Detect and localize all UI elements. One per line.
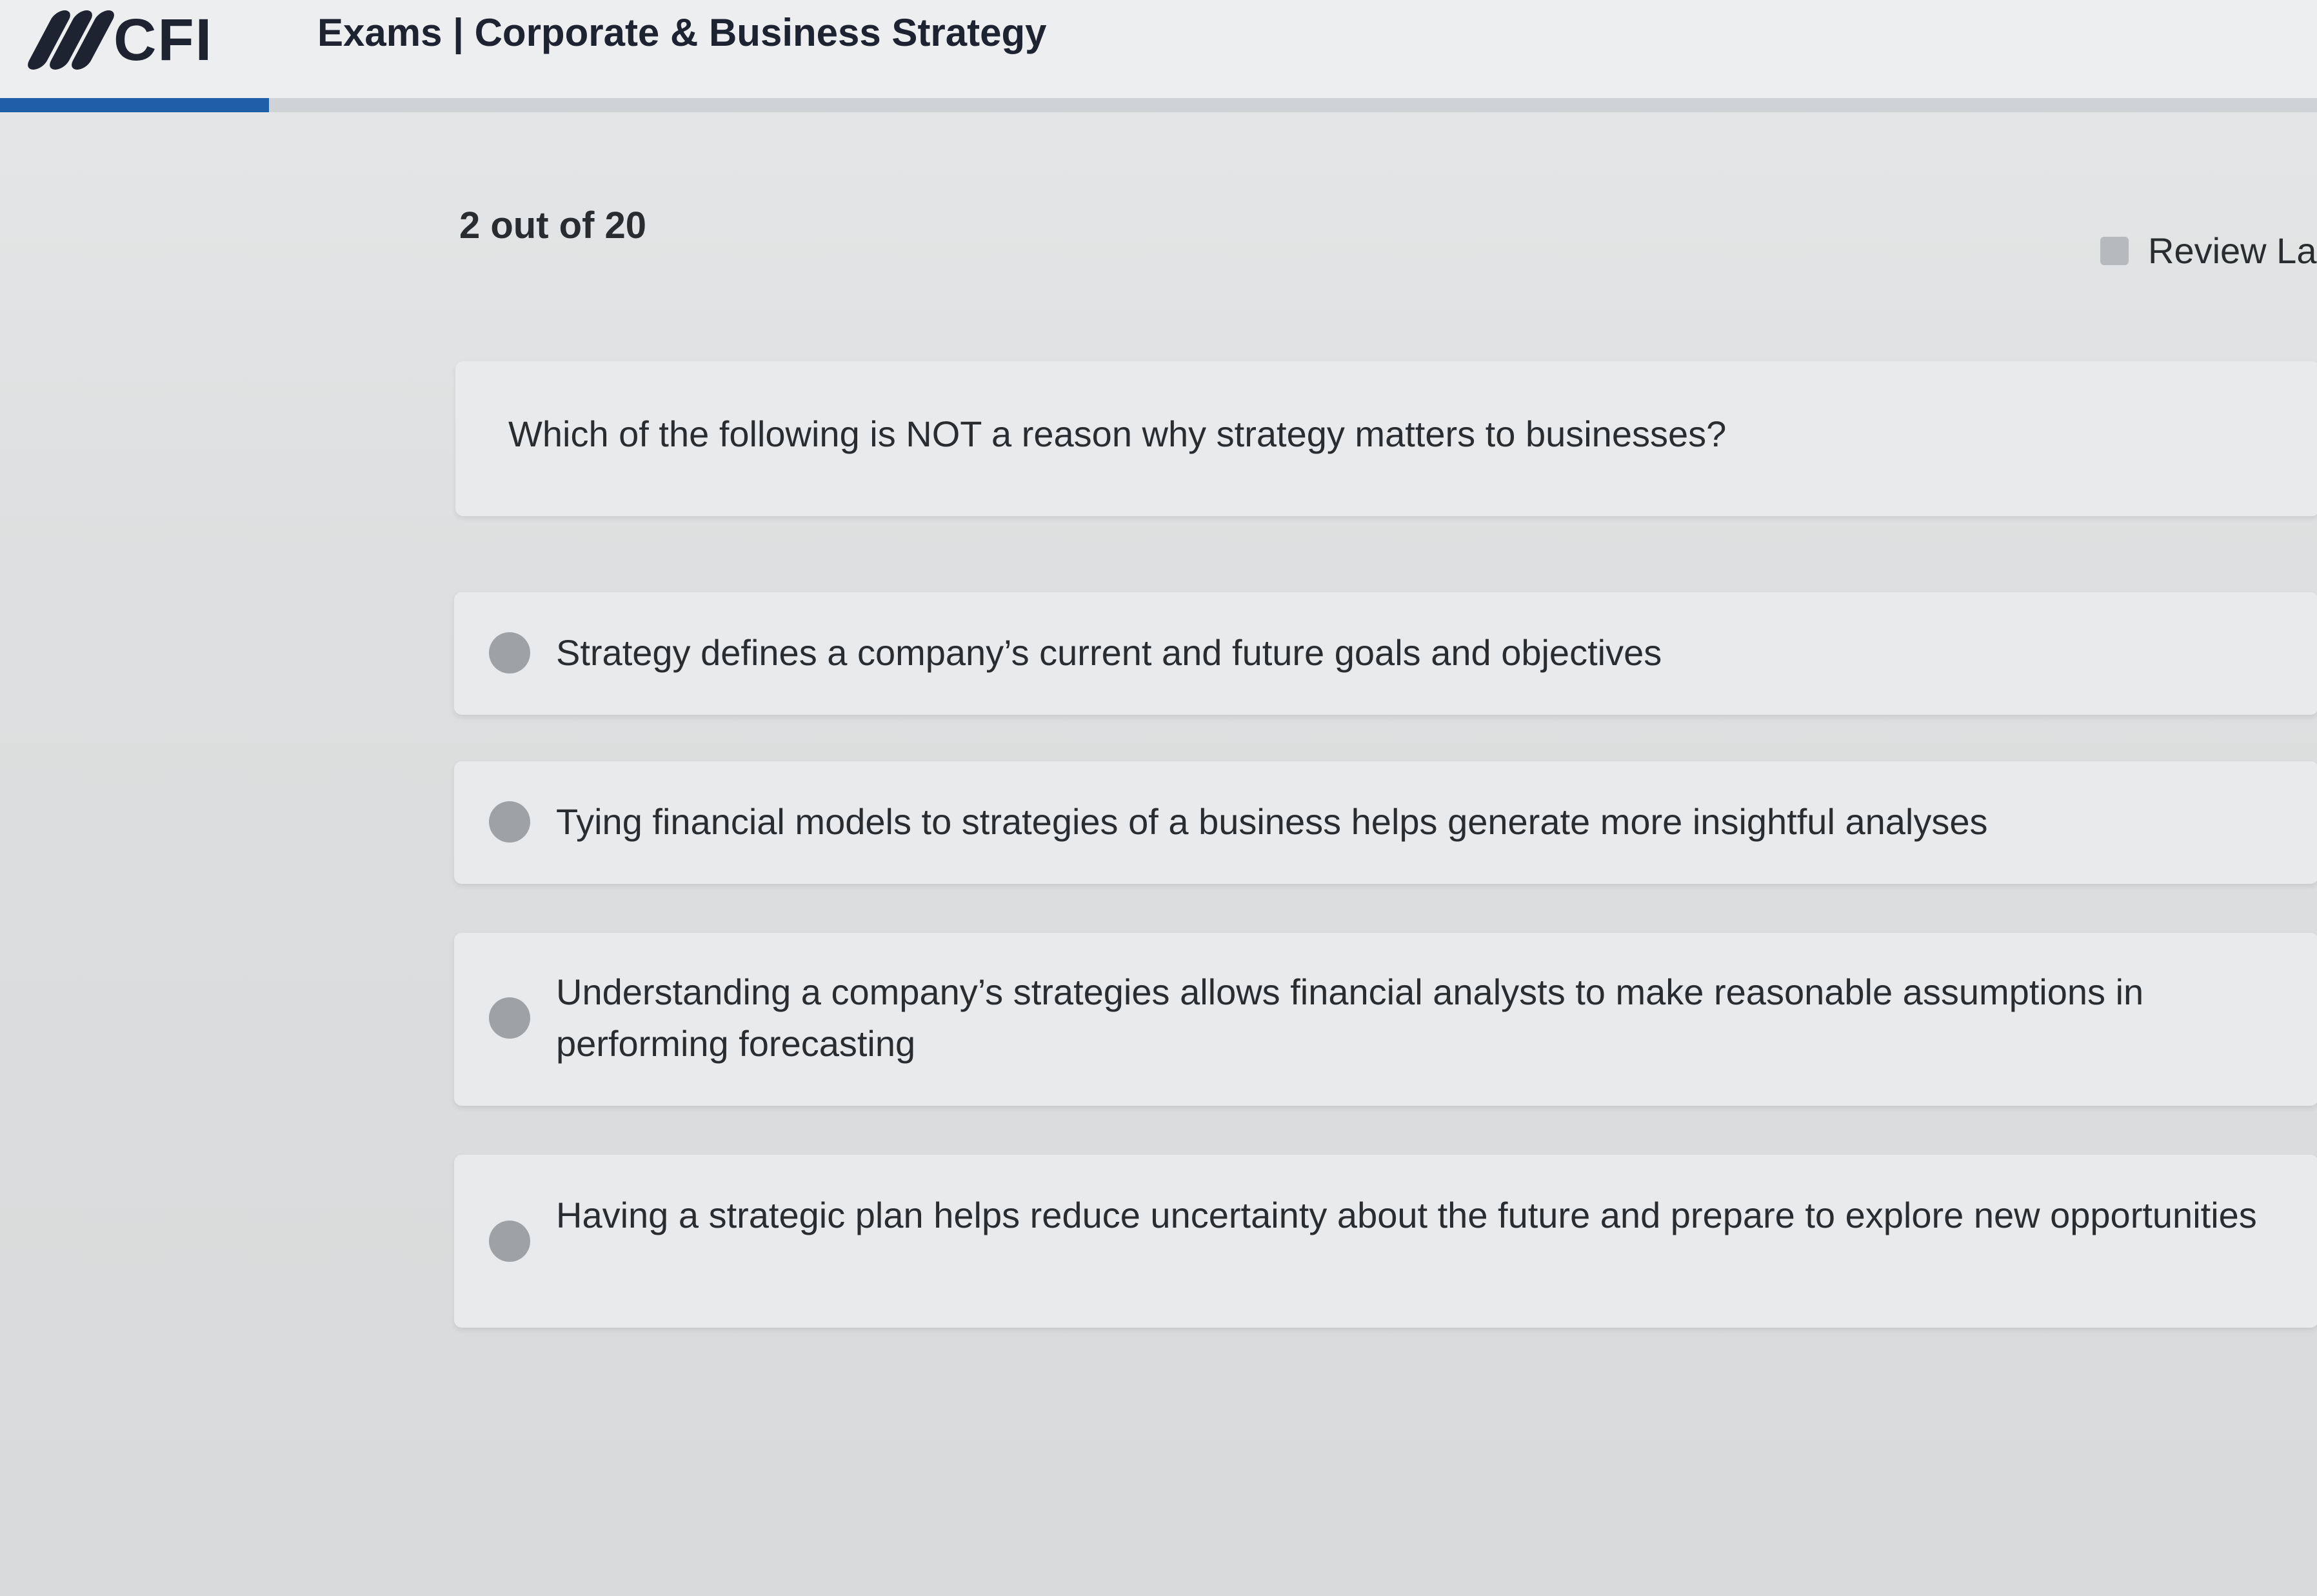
exam-progress-fill <box>0 98 269 112</box>
review-later-toggle[interactable]: Review La <box>2100 230 2316 272</box>
cfi-slashes-icon <box>24 10 118 70</box>
answer-option-text: Having a strategic plan helps reduce unc… <box>556 1195 2257 1235</box>
exam-title: Exams | Corporate & Business Strategy <box>317 11 1047 54</box>
exam-progress-bar <box>0 98 2317 112</box>
answer-option-text: Strategy defines a company’s current and… <box>556 632 1662 673</box>
top-header: CFI Exams | Corporate & Business Strateg… <box>0 0 2317 112</box>
question-text: Which of the following is NOT a reason w… <box>508 414 1727 454</box>
radio-button-icon[interactable] <box>489 632 530 673</box>
cfi-logo[interactable]: CFI <box>24 6 285 73</box>
logo-text: CFI <box>114 6 214 73</box>
review-later-label: Review La <box>2148 230 2317 271</box>
answer-option-text: Understanding a company’s strategies all… <box>556 972 2144 1064</box>
answer-option-3[interactable]: Understanding a company’s strategies all… <box>454 933 2317 1106</box>
answer-option-2[interactable]: Tying financial models to strategies of … <box>454 761 2317 884</box>
review-later-checkbox[interactable] <box>2100 236 2129 265</box>
answer-option-1[interactable]: Strategy defines a company’s current and… <box>454 592 2317 715</box>
radio-button-icon[interactable] <box>489 1221 530 1262</box>
question-counter: 2 out of 20 <box>459 204 647 246</box>
radio-button-icon[interactable] <box>489 997 530 1039</box>
answer-option-text: Tying financial models to strategies of … <box>556 801 1988 842</box>
radio-button-icon[interactable] <box>489 801 530 843</box>
answer-option-4[interactable]: Having a strategic plan helps reduce unc… <box>454 1155 2317 1328</box>
question-card: Which of the following is NOT a reason w… <box>455 361 2317 516</box>
